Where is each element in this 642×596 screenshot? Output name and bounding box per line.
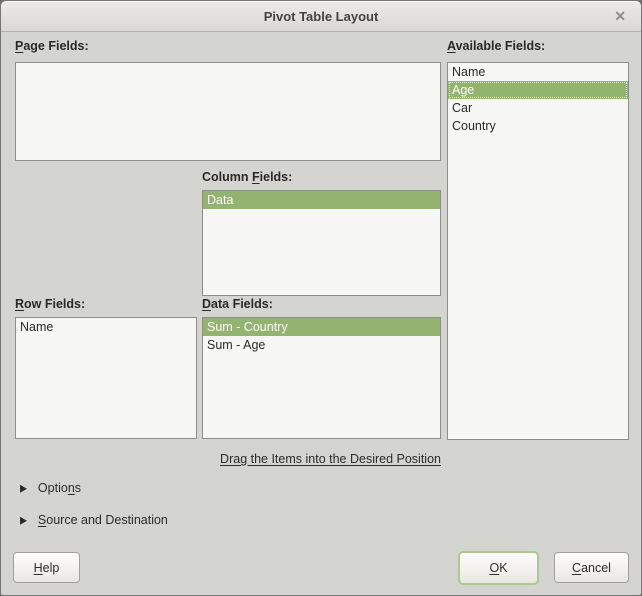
row-fields-label: Row Fields:: [15, 297, 86, 311]
title-bar[interactable]: Pivot Table Layout ✕: [1, 1, 641, 32]
list-item[interactable]: Car: [448, 99, 628, 117]
options-expander-label: Options: [37, 481, 82, 495]
list-item[interactable]: Sum - Age: [203, 336, 440, 354]
expander-arrow-icon: ▶: [20, 481, 27, 494]
list-item[interactable]: Age: [448, 81, 628, 99]
list-item[interactable]: Name: [448, 63, 628, 81]
source-and-destination-expander-label: Source and Destination: [37, 513, 168, 527]
list-item[interactable]: Name: [16, 318, 196, 336]
source-and-destination-expander[interactable]: ▶ Source and Destination: [20, 513, 168, 527]
close-icon[interactable]: ✕: [614, 9, 626, 23]
list-item[interactable]: Country: [448, 117, 628, 135]
data-fields-label: Data Fields:: [202, 297, 273, 311]
row-fields-list[interactable]: Name: [15, 317, 197, 439]
window-title: Pivot Table Layout: [263, 8, 379, 24]
data-fields-list[interactable]: Sum - Country Sum - Age: [202, 317, 441, 439]
list-item[interactable]: Data: [203, 191, 440, 209]
cancel-button[interactable]: Cancel: [554, 552, 629, 583]
column-fields-label: Column Fields:: [202, 170, 293, 184]
page-fields-label: Page Fields:: [15, 39, 89, 53]
column-fields-list[interactable]: Data: [202, 190, 441, 296]
available-fields-label: Available Fields:: [447, 39, 546, 53]
drag-hint-text: Drag the Items into the Desired Position: [220, 452, 441, 466]
expander-arrow-icon: ▶: [20, 513, 27, 526]
help-button[interactable]: Help: [13, 552, 80, 583]
available-fields-list[interactable]: Name Age Car Country: [447, 62, 629, 440]
options-expander[interactable]: ▶ Options: [20, 481, 81, 495]
page-fields-list[interactable]: [15, 62, 441, 161]
ok-button[interactable]: OK: [458, 551, 539, 585]
pivot-table-layout-dialog: Pivot Table Layout ✕ Page Fields: Availa…: [0, 0, 642, 596]
list-item[interactable]: Sum - Country: [203, 318, 440, 336]
